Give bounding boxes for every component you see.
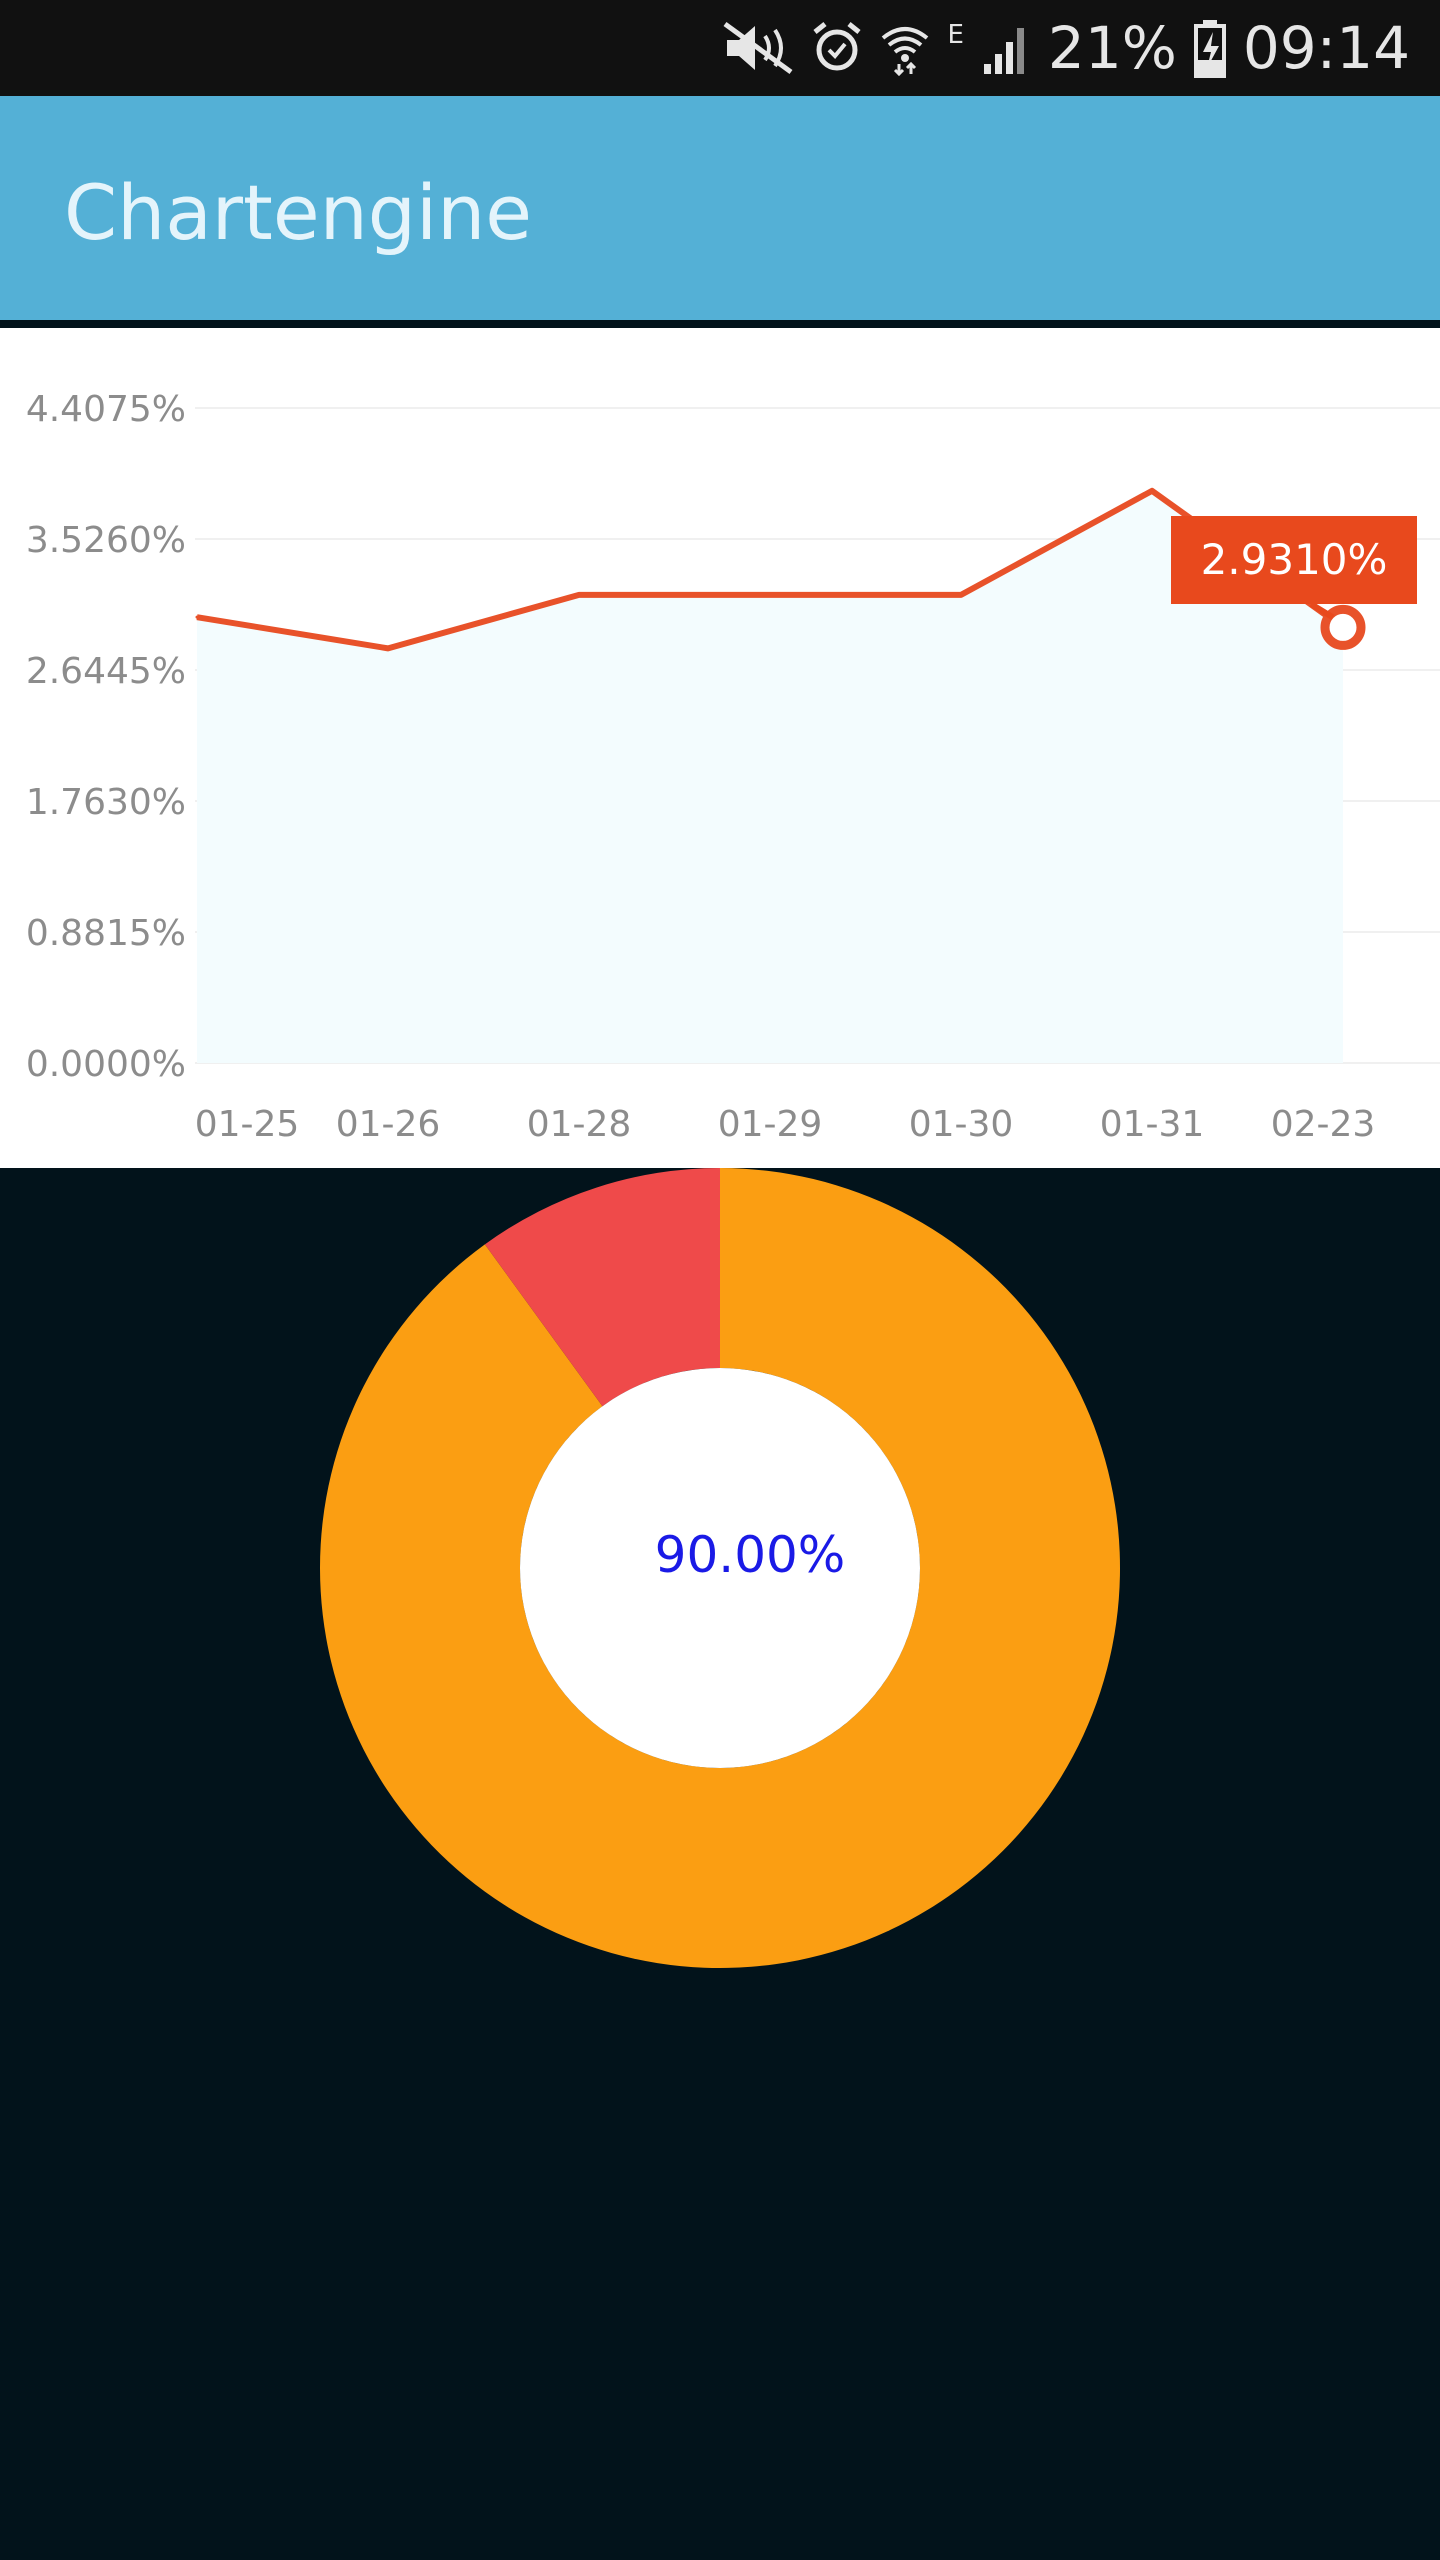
- data-point: [1150, 489, 1154, 493]
- status-icons: E 21% 09:14: [721, 0, 1410, 96]
- x-tick-label: 01-28: [527, 1104, 632, 1145]
- network-type: E: [947, 20, 964, 50]
- signal-icon: [983, 28, 1024, 74]
- status-bar: E 21% 09:14: [0, 0, 1440, 96]
- y-tick-label: 2.6445%: [26, 651, 186, 692]
- battery-percent: 21%: [1047, 14, 1177, 82]
- x-tick-label: 01-25: [195, 1104, 300, 1145]
- data-point: [577, 593, 581, 597]
- x-tick-label: 01-29: [718, 1104, 823, 1145]
- alarm-icon: [813, 22, 862, 71]
- y-tick-label: 0.0000%: [26, 1044, 186, 1085]
- x-tick-label: 02-23: [1271, 1104, 1376, 1145]
- x-tick-label: 01-26: [336, 1104, 441, 1145]
- mute-icon: [724, 21, 793, 75]
- line-chart: 4.4075% 3.5260% 2.6445% 1.7630% 0.8815% 0.000…: [26, 389, 1440, 1145]
- data-point: [768, 593, 772, 597]
- x-tick-label: 01-30: [909, 1104, 1014, 1145]
- data-point: [195, 615, 199, 619]
- tooltip-label: 2.9310%: [1201, 535, 1388, 584]
- data-point: [386, 646, 390, 650]
- app-title: Chartengine: [64, 168, 533, 257]
- data-point: [959, 593, 963, 597]
- donut-center-label: 90.00%: [654, 1526, 846, 1584]
- line-chart-panel: 4.4075% 3.5260% 2.6445% 1.7630% 0.8815% 0.000…: [0, 328, 1440, 1168]
- y-tick-label: 0.8815%: [26, 913, 186, 954]
- app-bar: Chartengine: [0, 96, 1440, 328]
- clock: 09:14: [1242, 14, 1410, 82]
- wifi-icon: [882, 27, 929, 76]
- y-tick-label: 1.7630%: [26, 782, 186, 823]
- x-tick-label: 01-31: [1100, 1104, 1205, 1145]
- battery-charging-icon: [1193, 20, 1226, 78]
- donut-chart-panel: [0, 1168, 1440, 2560]
- donut-chart: [319, 1168, 1120, 1968]
- y-tick-label: 3.5260%: [26, 520, 186, 561]
- y-tick-label: 4.4075%: [26, 389, 186, 430]
